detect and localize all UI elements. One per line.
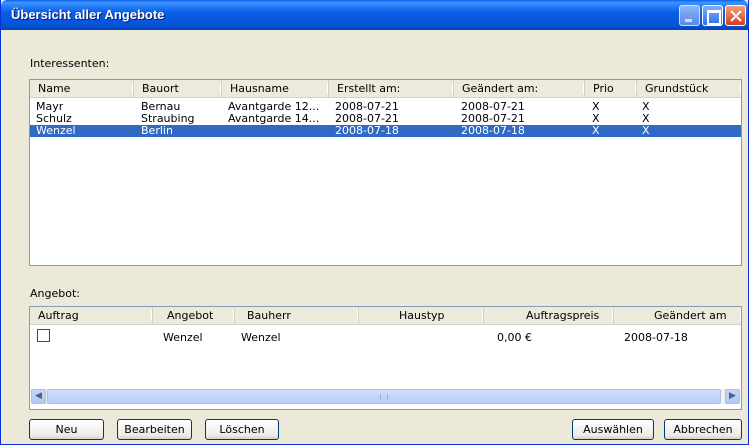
minimize-icon[interactable] xyxy=(679,5,700,26)
interessenten-label: Interessenten: xyxy=(30,57,110,70)
auswaehlen-button[interactable]: Auswählen xyxy=(572,419,654,440)
interessenten-list[interactable]: Name Bauort Hausname Erstellt am: Geände… xyxy=(29,79,742,266)
cell-name: Schulz xyxy=(36,113,72,125)
title-bar[interactable]: Übersicht aller Angebote xyxy=(1,0,748,30)
close-icon[interactable] xyxy=(725,5,746,26)
cell-prio: X xyxy=(592,113,600,125)
cell-grundstueck: X xyxy=(642,101,650,113)
cell-bauherr: Wenzel xyxy=(241,332,281,344)
column-header-geaendert-am[interactable]: Geändert am xyxy=(614,307,741,325)
cell-name: Wenzel xyxy=(36,125,76,137)
dialog-window: Übersicht aller Angebote Interessenten: … xyxy=(0,0,749,445)
angebot-label: Angebot: xyxy=(30,287,80,300)
horizontal-scrollbar[interactable]: ◀ ▶ xyxy=(31,389,740,404)
neu-button[interactable]: Neu xyxy=(29,419,104,440)
window-title: Übersicht aller Angebote xyxy=(11,7,165,22)
cell-bauort: Straubing xyxy=(141,113,195,125)
cell-geaendert: 2008-07-18 xyxy=(624,332,688,344)
column-header-prio[interactable]: Prio xyxy=(585,80,637,98)
table-row-selected[interactable]: Wenzel Berlin 2008-07-18 2008-07-18 X X xyxy=(30,125,741,137)
cell-grundstueck: X xyxy=(642,125,650,137)
cell-geaendert: 2008-07-21 xyxy=(461,101,525,113)
column-header-erstellt[interactable]: Erstellt am: xyxy=(329,80,454,98)
column-header-bauort[interactable]: Bauort xyxy=(134,80,222,98)
table-row[interactable]: Schulz Straubing Avantgarde 14... 2008-0… xyxy=(30,113,741,125)
cell-hausname: Avantgarde 14... xyxy=(228,113,320,125)
maximize-icon[interactable] xyxy=(702,5,723,26)
table-row[interactable]: Mayr Bernau Avantgarde 12... 2008-07-21 … xyxy=(30,101,741,113)
abbrechen-button[interactable]: Abbrechen xyxy=(664,419,742,440)
column-header-hausname[interactable]: Hausname xyxy=(222,80,329,98)
cell-angebot: Wenzel xyxy=(163,332,203,344)
auftrag-checkbox[interactable] xyxy=(37,329,50,342)
column-header-grundstueck[interactable]: Grundstück xyxy=(637,80,741,98)
column-header-auftrag[interactable]: Auftrag xyxy=(30,307,153,325)
cell-auftragspreis: 0,00 € xyxy=(497,332,532,344)
column-header-name[interactable]: Name xyxy=(30,80,134,98)
column-header-angebot[interactable]: Angebot xyxy=(153,307,235,325)
cell-geaendert: 2008-07-18 xyxy=(461,125,525,137)
column-header-bauherr[interactable]: Bauherr xyxy=(235,307,359,325)
angebot-list[interactable]: Auftrag Angebot Bauherr Haustyp Auftrags… xyxy=(29,306,742,410)
cell-prio: X xyxy=(592,125,600,137)
cell-erstellt: 2008-07-21 xyxy=(335,101,399,113)
cell-name: Mayr xyxy=(36,101,64,113)
interessenten-header: Name Bauort Hausname Erstellt am: Geände… xyxy=(30,80,741,98)
column-header-geaendert[interactable]: Geändert am: xyxy=(454,80,585,98)
arrow-left-icon[interactable]: ◀ xyxy=(31,389,46,404)
angebot-header: Auftrag Angebot Bauherr Haustyp Auftrags… xyxy=(30,307,741,325)
loeschen-button[interactable]: Löschen xyxy=(205,419,279,440)
column-header-haustyp[interactable]: Haustyp xyxy=(359,307,484,325)
cell-bauort: Berlin xyxy=(141,125,173,137)
cell-hausname xyxy=(228,125,328,137)
cell-bauort: Bernau xyxy=(141,101,181,113)
scrollbar-thumb[interactable] xyxy=(47,389,721,404)
table-row[interactable]: Wenzel Wenzel 0,00 € 2008-07-18 xyxy=(30,329,741,344)
cell-hausname: Avantgarde 12... xyxy=(228,101,320,113)
cell-geaendert: 2008-07-21 xyxy=(461,113,525,125)
cell-erstellt: 2008-07-21 xyxy=(335,113,399,125)
arrow-right-icon[interactable]: ▶ xyxy=(725,389,740,404)
bearbeiten-button[interactable]: Bearbeiten xyxy=(117,419,192,440)
cell-erstellt: 2008-07-18 xyxy=(335,125,399,137)
cell-grundstueck: X xyxy=(642,113,650,125)
column-header-auftragspreis[interactable]: Auftragspreis xyxy=(484,307,614,325)
cell-prio: X xyxy=(592,101,600,113)
